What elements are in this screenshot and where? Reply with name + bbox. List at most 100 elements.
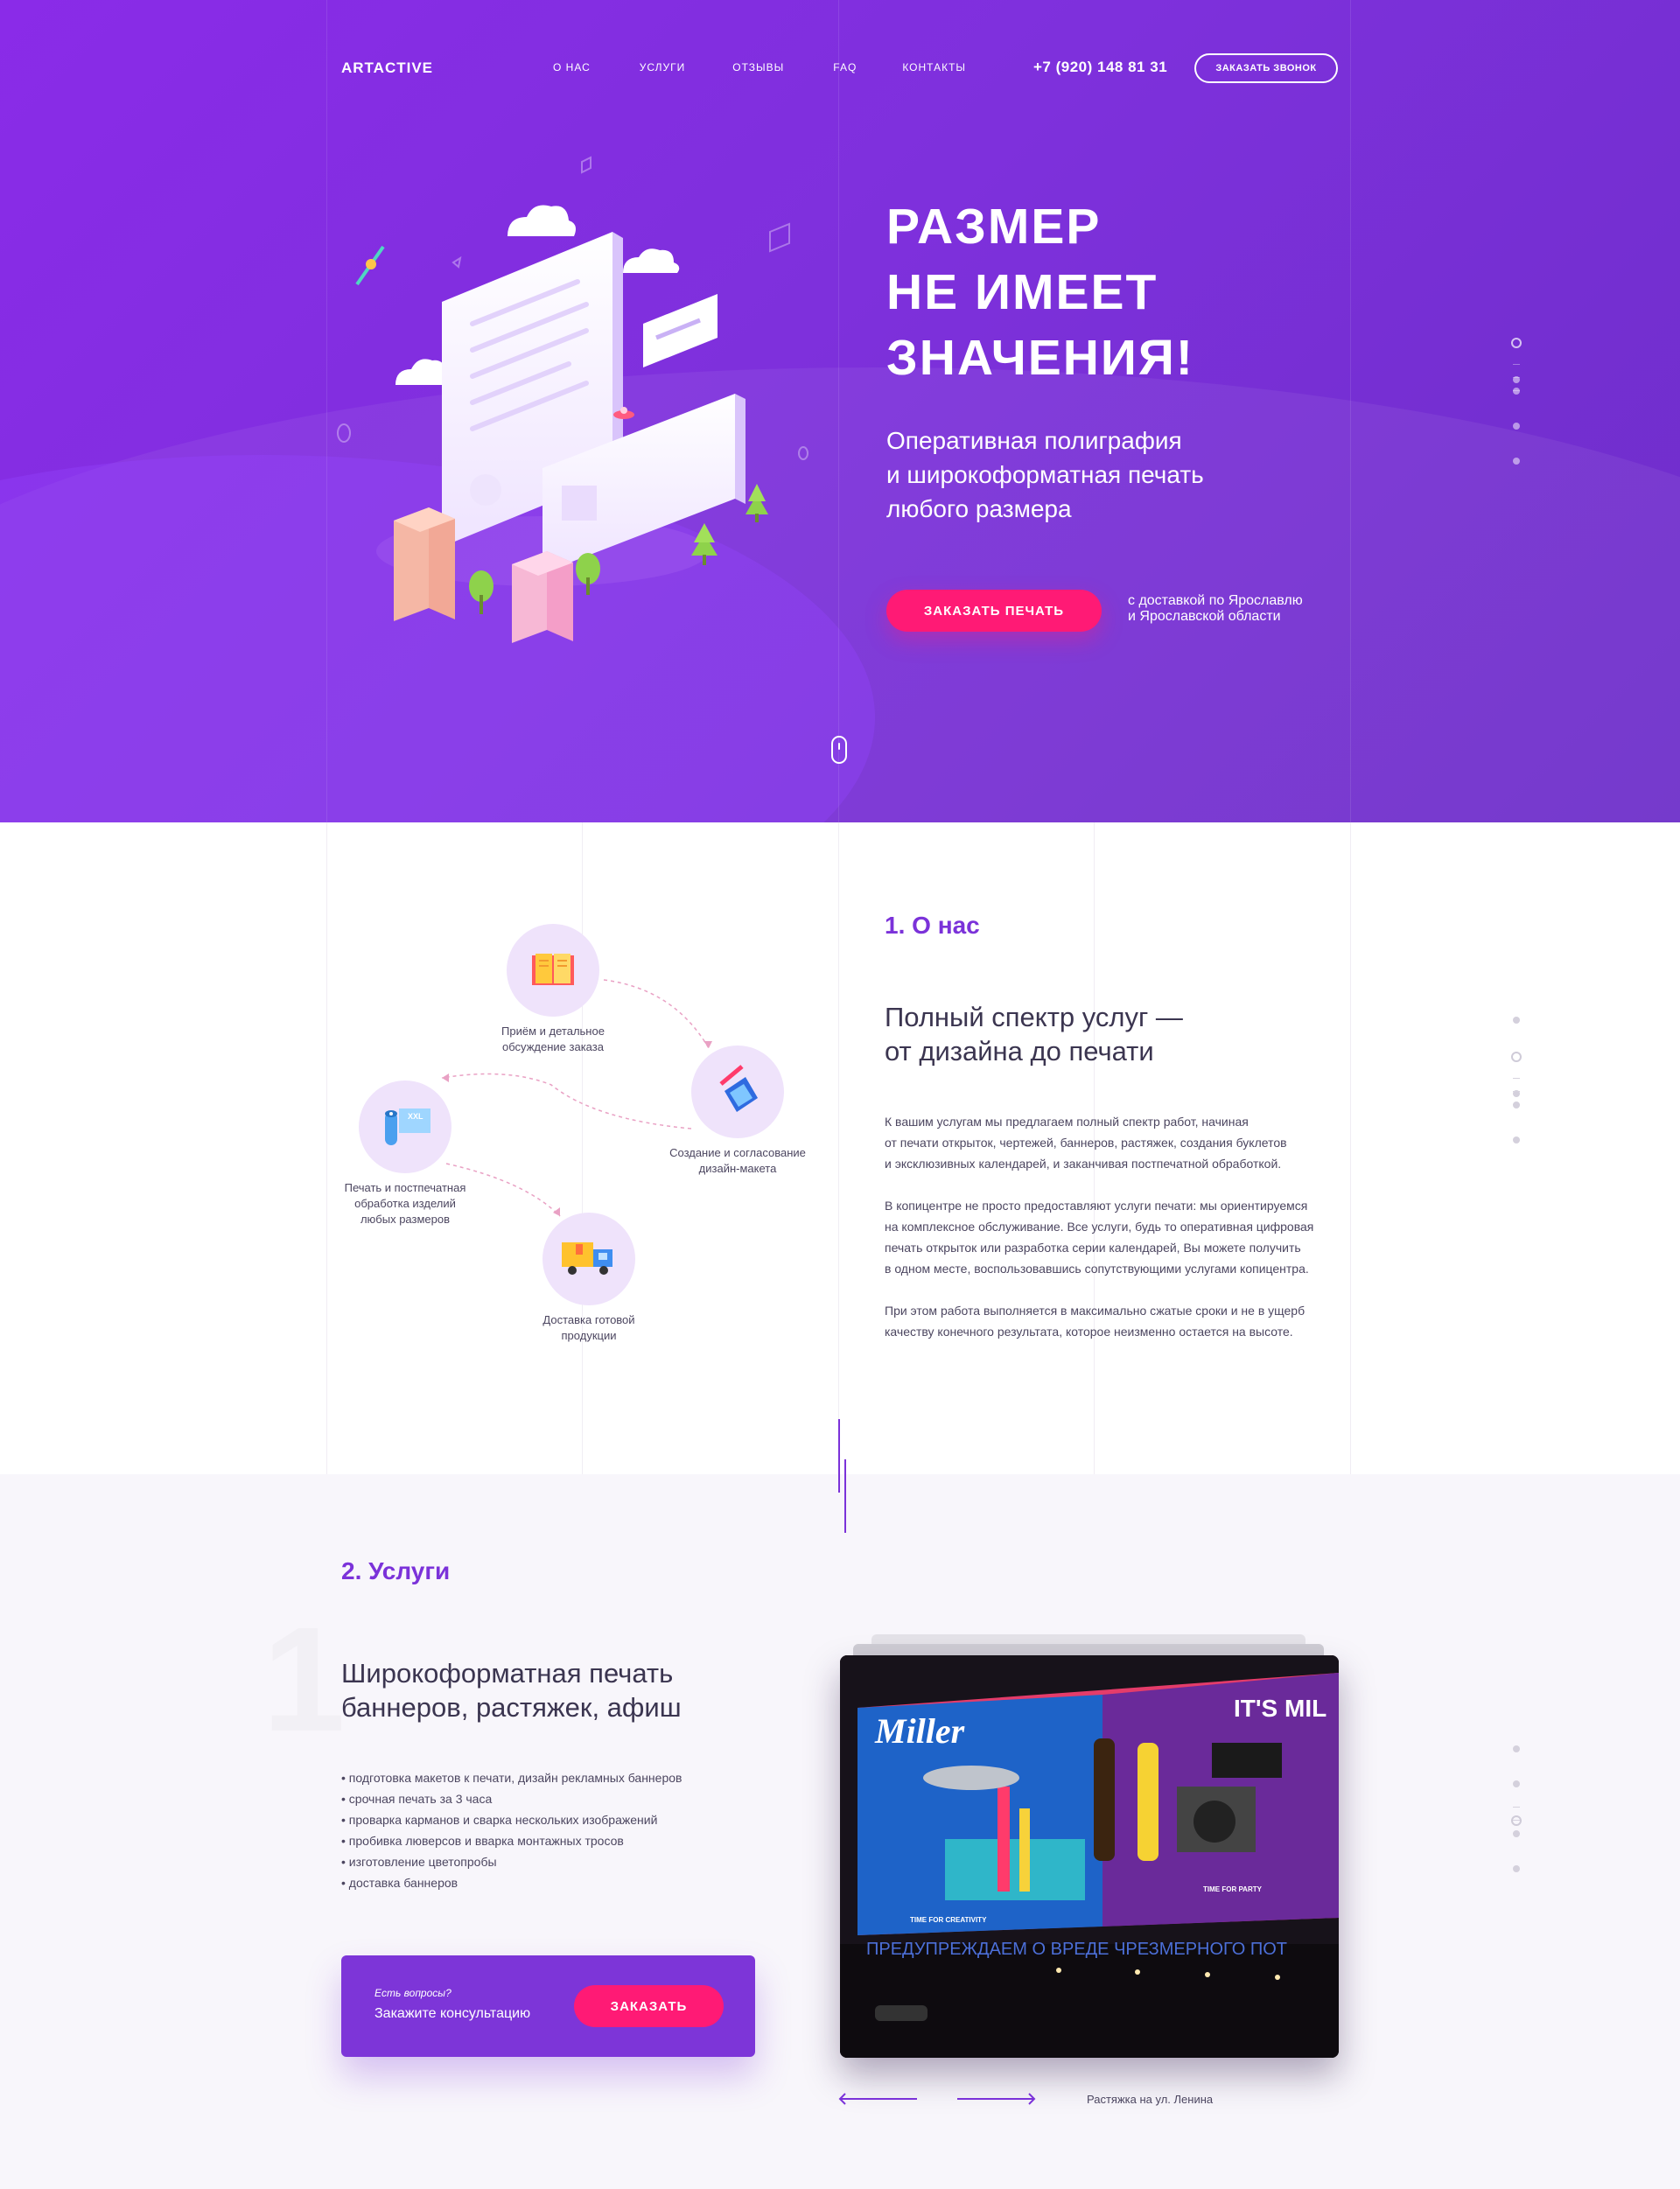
hero-subtitle-line: любого размера (886, 495, 1072, 522)
banner-photo: Miller IT'S MIL TIME FOR CREATIVITY TIME… (840, 1655, 1339, 2058)
photo-caption: Растяжка на ул. Ленина (1087, 2093, 1214, 2106)
about-line: на комплексное обслуживание. Все услуги,… (885, 1220, 1314, 1234)
about-heading-line: от дизайна до печати (885, 1036, 1154, 1067)
list-item: • пробивка люверсов и вварка монтажных т… (341, 1834, 624, 1848)
nav-reviews[interactable]: ОТЗЫВЫ (732, 61, 784, 73)
list-item: • доставка баннеров (341, 1876, 458, 1890)
hero-subtitle-line: Оперативная полиграфия (886, 427, 1182, 454)
about-paragraph: К вашим услугам мы предлагаем полный спе… (885, 1111, 1348, 1174)
step-label: Приём и детальное (501, 1025, 605, 1038)
slide-dot[interactable] (1513, 1136, 1520, 1143)
xxl-badge: XXL (408, 1112, 424, 1121)
grid-line (326, 0, 327, 822)
building-icon (512, 551, 573, 643)
cloud-icon (623, 248, 680, 273)
slide-dot[interactable] (1513, 1017, 1520, 1024)
grid-line (1350, 822, 1351, 1474)
process-step: Создание и согласование дизайн-макета (654, 1046, 821, 1177)
about-paragraph: В копицентре не просто предоставляют усл… (885, 1195, 1348, 1279)
billboard-warning: ПРЕДУПРЕЖДАЕМ О ВРЕДЕ ЧРЕЗМЕРНОГО ПОТ (866, 1940, 1287, 1959)
about-line: в одном месте, воспользовавшись сопутств… (885, 1262, 1309, 1276)
satellite-icon (355, 245, 385, 286)
phone-number[interactable]: +7 (920) 148 81 31 (1033, 59, 1167, 76)
logo[interactable]: ARTACTIVE (341, 59, 433, 77)
slide-dot[interactable] (1513, 1101, 1520, 1108)
nav-about[interactable]: О НАС (553, 61, 591, 73)
order-consult-button[interactable]: ЗАКАЗАТЬ (574, 1985, 724, 2027)
hero-title-line: НЕ ИМЕЕТ (886, 264, 1158, 320)
consult-card: Есть вопросы? Закажите консультацию ЗАКА… (341, 1955, 755, 2057)
process-step: Приём и детальное обсуждение заказа (492, 924, 614, 1055)
step-label: дизайн-макета (698, 1162, 777, 1175)
grid-line (1350, 0, 1351, 822)
step-label: Доставка готовой (542, 1313, 635, 1326)
step-circle: XXL (359, 1081, 452, 1173)
dot-divider (1513, 1807, 1520, 1808)
slide-dots (1508, 1745, 1525, 1900)
dot-divider (1513, 1078, 1520, 1079)
design-icon (719, 1065, 758, 1112)
grid-line (838, 0, 839, 822)
service-number: 1 (262, 1597, 346, 1763)
slide-dots (1508, 338, 1525, 493)
list-item: • проварка карманов и сварка нескольких … (341, 1813, 658, 1827)
about-line: качеству конечного результата, которое н… (885, 1325, 1293, 1339)
section-divider (838, 1419, 840, 1493)
prev-arrow-icon[interactable] (838, 2093, 919, 2105)
print-roll-icon: XXL (385, 1108, 430, 1145)
slide-dot[interactable] (1511, 1815, 1522, 1826)
billboard-slogan: IT'S MIL (1234, 1695, 1326, 1722)
process-step: XXL Печать и постпечатная обработка изде… (331, 1081, 480, 1227)
slide-dots (1508, 1017, 1525, 1171)
slide-dot[interactable] (1513, 1780, 1520, 1787)
slide-dot[interactable] (1513, 458, 1520, 465)
consult-question: Есть вопросы? (374, 1987, 452, 1999)
slide-dot[interactable] (1511, 338, 1522, 348)
cloud-icon (508, 205, 576, 236)
about-line: При этом работа выполняется в максимальн… (885, 1304, 1306, 1318)
hero-title: РАЗМЕР НЕ ИМЕЕТ ЗНАЧЕНИЯ! (886, 194, 1194, 391)
slide-dot[interactable] (1511, 1052, 1522, 1062)
hero-title-line: РАЗМЕР (886, 199, 1102, 255)
slide-dot[interactable] (1513, 1830, 1520, 1837)
list-item: • подготовка макетов к печати, дизайн ре… (341, 1771, 682, 1785)
billboard-tag: TIME FOR CREATIVITY (910, 1916, 987, 1924)
hero-title-line: ЗНАЧЕНИЯ! (886, 330, 1194, 386)
service-heading-line: баннеров, растяжек, афиш (341, 1692, 682, 1723)
service-features: • подготовка макетов к печати, дизайн ре… (341, 1767, 682, 1893)
order-print-button[interactable]: ЗАКАЗАТЬ ПЕЧАТЬ (886, 590, 1102, 632)
slide-dot[interactable] (1513, 1865, 1520, 1872)
about-paragraph: При этом работа выполняется в максимальн… (885, 1300, 1348, 1342)
tree-icon (576, 553, 600, 595)
service-heading-line: Широкоформатная печать (341, 1658, 674, 1689)
nav-faq[interactable]: FAQ (833, 61, 857, 73)
services-section-title: 2. Услуги (341, 1557, 451, 1584)
slide-dot[interactable] (1513, 423, 1520, 430)
next-arrow-icon[interactable] (956, 2093, 1036, 2105)
dot-divider (1513, 364, 1520, 365)
service-heading: Широкоформатная печать баннеров, растяже… (341, 1656, 682, 1724)
about-line: К вашим услугам мы предлагаем полный спе… (885, 1115, 1249, 1129)
book-icon (532, 954, 574, 985)
slide-dot[interactable] (1513, 1745, 1520, 1752)
hero-section: ARTACTIVE О НАС УСЛУГИ ОТЗЫВЫ FAQ КОНТАК… (0, 0, 1680, 822)
process-step: Доставка готовой продукции (528, 1213, 650, 1344)
order-call-button[interactable]: ЗАКАЗАТЬ ЗВОНОК (1194, 53, 1338, 83)
scroll-mouse-icon[interactable] (831, 736, 847, 764)
about-line: и эксклюзивных календарей, и заканчивая … (885, 1157, 1282, 1171)
consult-text: Закажите консультацию (374, 2006, 531, 2021)
nav-contacts[interactable]: КОНТАКТЫ (902, 61, 966, 73)
about-line: от печати открыток, чертежей, баннеров, … (885, 1136, 1287, 1150)
about-heading-line: Полный спектр услуг — (885, 1002, 1183, 1032)
nav-services[interactable]: УСЛУГИ (640, 61, 686, 73)
step-circle (507, 924, 599, 1017)
about-heading: Полный спектр услуг — от дизайна до печа… (885, 1000, 1183, 1068)
step-circle (542, 1213, 635, 1305)
step-label: Печать и постпечатная (344, 1181, 466, 1194)
slide-dot[interactable] (1513, 388, 1520, 395)
truck-icon (562, 1242, 612, 1275)
delivery-line: с доставкой по Ярославлю (1128, 593, 1303, 608)
building-icon (394, 507, 455, 621)
billboard-brand: Miller (874, 1711, 965, 1751)
page: ARTACTIVE О НАС УСЛУГИ ОТЗЫВЫ FAQ КОНТАК… (0, 0, 1680, 2189)
